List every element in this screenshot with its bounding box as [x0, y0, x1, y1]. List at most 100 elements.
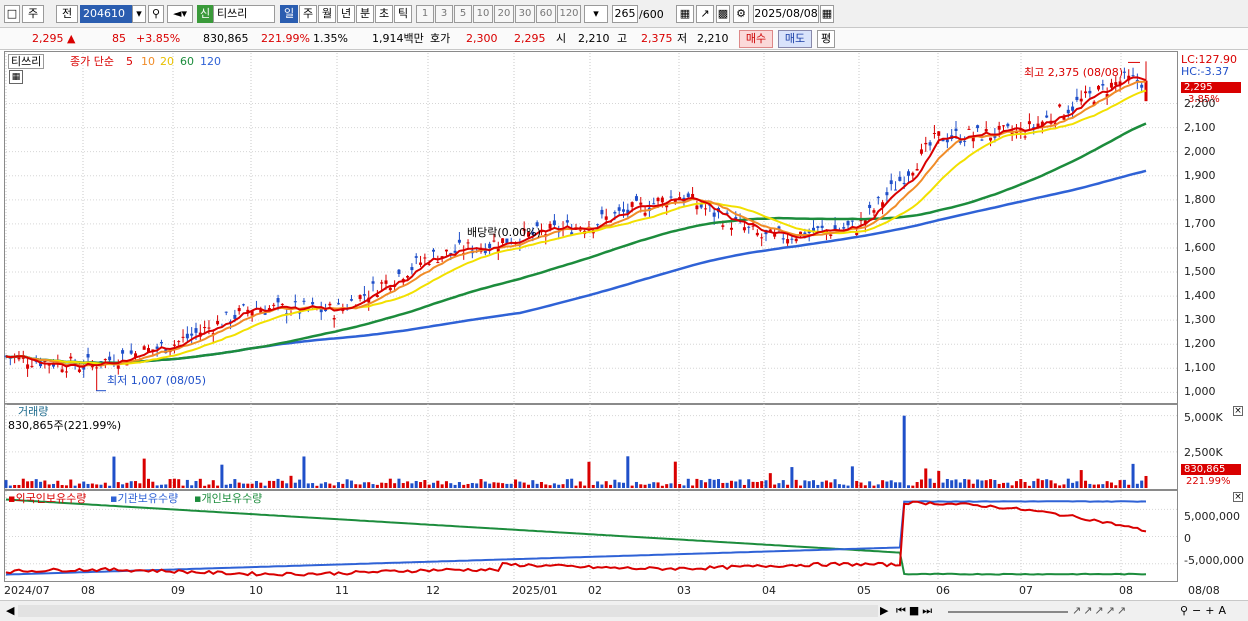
- chart-tools-icon[interactable]: ▦: [676, 5, 694, 23]
- interval-1-label: 1: [421, 8, 429, 19]
- sell-button[interactable]: 매도: [778, 30, 812, 48]
- ma-title: 종가 단순: [70, 55, 114, 68]
- foreign-legend-text: 외국인보유수량: [15, 492, 87, 505]
- ma20-label: 20: [160, 55, 174, 68]
- period-day-label: 일: [283, 7, 295, 20]
- turnover: 1.35%: [313, 32, 348, 45]
- market-badge-text: 신: [199, 7, 211, 20]
- market-badge: 신: [197, 5, 213, 23]
- search-icon[interactable]: ⚲: [148, 5, 164, 23]
- y-tick-label: 1,600: [1184, 240, 1216, 254]
- holdings-panel[interactable]: [4, 490, 1178, 582]
- interval-1[interactable]: 1: [416, 5, 434, 23]
- period-minute[interactable]: 분: [356, 5, 374, 23]
- interval-dropdown-icon[interactable]: ▾: [584, 5, 608, 23]
- interval-30-label: 30: [518, 8, 532, 19]
- calendar-icon[interactable]: ▦: [820, 5, 834, 23]
- zoom-icons[interactable]: ⚲−+A: [1180, 604, 1230, 617]
- x-label: 12: [426, 584, 440, 597]
- volume-close-icon[interactable]: ×: [1233, 406, 1243, 416]
- interval-20[interactable]: 20: [494, 5, 514, 23]
- x-label: 09: [171, 584, 185, 597]
- quote-bar: 2,295 ▲ 85 +3.85% 830,865 221.99% 1.35% …: [0, 28, 1248, 50]
- scroll-right-icon[interactable]: ▶: [880, 604, 888, 617]
- x-label: 08: [81, 584, 95, 597]
- period-month-label: 월: [321, 7, 333, 20]
- ma10-label: 10: [141, 55, 155, 68]
- draw-tools-icons[interactable]: ↗↗↗↗↗: [1072, 604, 1128, 617]
- toolbar: □ 주 ■ 전 204610 ▾ ⚲ ◄▾ 신 티쓰리 일 주 월 년 분 초 …: [0, 0, 1248, 28]
- save-icon[interactable]: ▩: [716, 5, 730, 23]
- ma60-label: 60: [180, 55, 194, 68]
- ma5-label: 5: [126, 55, 133, 68]
- x-label: 10: [249, 584, 263, 597]
- eval-button[interactable]: 평: [817, 30, 835, 48]
- buy-button[interactable]: 매수: [739, 30, 773, 48]
- ma120-label: 120: [200, 55, 221, 68]
- gear-icon[interactable]: ⚙: [733, 5, 749, 23]
- holdings-tick-0: 0: [1184, 532, 1191, 545]
- price-tag: 2,295: [1181, 82, 1241, 93]
- scroll-left-icon[interactable]: ◀: [6, 604, 14, 617]
- period-week[interactable]: 주: [299, 5, 317, 23]
- speaker-icon[interactable]: ◄▾: [167, 5, 193, 23]
- high-price: 2,375: [641, 32, 673, 45]
- volume-ratio: 221.99%: [261, 32, 310, 45]
- volume-tick-2500k: 2,500K: [1184, 446, 1223, 459]
- bottom-bar: ◀ ▶ ⏮■⏭ ↗↗↗↗↗ ⚲−+A: [0, 600, 1248, 621]
- interval-120[interactable]: 120: [557, 5, 581, 23]
- stock-code-input[interactable]: 204610: [80, 5, 132, 23]
- inst-legend: ▪기관보유수량: [110, 492, 179, 505]
- code-dropdown-icon[interactable]: ▾: [132, 5, 146, 23]
- holdings-close-icon[interactable]: ×: [1233, 492, 1243, 502]
- interval-5[interactable]: 5: [454, 5, 472, 23]
- interval-10-label: 10: [476, 8, 490, 19]
- dividend-note: 배당락(0.00%): [467, 226, 541, 239]
- sell-button-label: 매도: [784, 32, 806, 45]
- interval-10[interactable]: 10: [473, 5, 493, 23]
- stock-name-field[interactable]: 티쓰리: [213, 5, 275, 23]
- prev-combo[interactable]: 전: [56, 5, 78, 23]
- draw-line-icon[interactable]: ↗: [696, 5, 714, 23]
- y-tick-label: 1,700: [1184, 216, 1216, 230]
- window-icon[interactable]: □: [4, 5, 20, 23]
- scroll-track[interactable]: [18, 605, 878, 617]
- low-price: 2,210: [697, 32, 729, 45]
- prev-combo-label: 전: [61, 7, 73, 20]
- interval-60[interactable]: 60: [536, 5, 556, 23]
- high-note: 최고 2,375 (08/08): [1024, 66, 1124, 79]
- period-second[interactable]: 초: [375, 5, 393, 23]
- y-tick-label: 1,500: [1184, 265, 1216, 279]
- period-week-label: 주: [302, 7, 314, 20]
- holdings-tick-5m: 5,000,000: [1184, 510, 1240, 523]
- indiv-legend-text: 개인보유수량: [201, 492, 263, 505]
- ask-label: 호가: [430, 32, 451, 45]
- volume-pct-tag: 221.99%: [1186, 476, 1231, 487]
- x-label: 02: [588, 584, 602, 597]
- date-input[interactable]: 2025/08/08: [753, 5, 819, 23]
- interval-3[interactable]: 3: [435, 5, 453, 23]
- interval-60-label: 60: [539, 8, 553, 19]
- period-year[interactable]: 년: [337, 5, 355, 23]
- interval-5-label: 5: [459, 8, 467, 19]
- period-tick[interactable]: 틱: [394, 5, 412, 23]
- price-panel[interactable]: [4, 51, 1178, 404]
- week-combo[interactable]: 주: [22, 5, 44, 23]
- x-label: 08: [1119, 584, 1133, 597]
- y-tick-label: 1,100: [1184, 361, 1216, 375]
- period-year-label: 년: [340, 7, 352, 20]
- table-icon[interactable]: ▦: [9, 70, 23, 84]
- stock-tag[interactable]: 티쓰리: [8, 54, 45, 69]
- period-month[interactable]: 월: [318, 5, 336, 23]
- period-day[interactable]: 일: [280, 5, 298, 23]
- y-tick-label: 1,900: [1184, 168, 1216, 182]
- interval-30[interactable]: 30: [515, 5, 535, 23]
- y-tick-label: 2,200: [1184, 96, 1216, 110]
- playback-icons[interactable]: ⏮■⏭: [896, 604, 935, 617]
- y-tick-label: 2,100: [1184, 120, 1216, 134]
- zoom-slider[interactable]: [948, 611, 1068, 613]
- volume-tick-5000k: 5,000K: [1184, 411, 1223, 424]
- price-change-pct: +3.85%: [136, 32, 181, 45]
- count-input[interactable]: 265: [612, 5, 638, 23]
- volume-panel[interactable]: [4, 404, 1178, 490]
